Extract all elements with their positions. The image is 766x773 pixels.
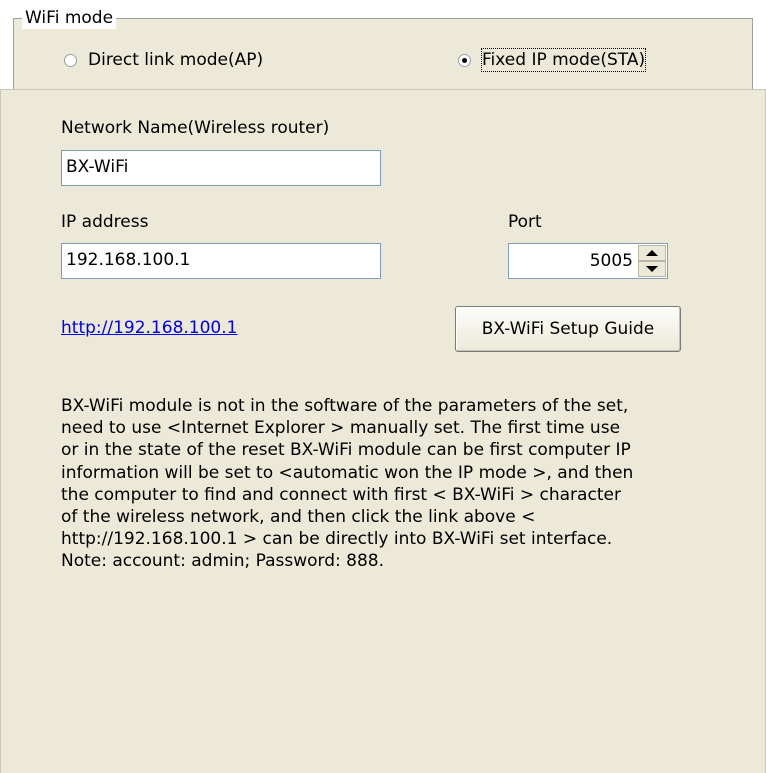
ip-address-label: IP address [61,212,149,232]
setup-guide-button[interactable]: BX-WiFi Setup Guide [455,306,681,352]
radio-fixed-ip-sta[interactable]: Fixed IP mode(STA) [458,48,647,72]
instructions-text: BX-WiFi module is not in the software of… [61,396,634,572]
arrow-down-icon [646,266,658,272]
radio-direct-link-ap[interactable]: Direct link mode(AP) [64,48,263,72]
port-decrement-button[interactable] [638,261,666,277]
port-spinner[interactable]: 5005 [508,243,668,279]
network-name-field[interactable]: BX-WiFi [61,150,381,186]
port-increment-button[interactable] [638,245,666,261]
setup-page-link[interactable]: http://192.168.100.1 [61,317,237,339]
radio-button-ap-icon[interactable] [64,53,77,67]
network-name-label: Network Name(Wireless router) [61,118,330,138]
wifi-mode-legend: WiFi mode [22,7,117,29]
radio-fixed-ip-sta-label: Fixed IP mode(STA) [480,48,647,72]
radio-direct-link-ap-label: Direct link mode(AP) [88,50,264,70]
radio-button-sta-icon[interactable] [458,53,471,67]
setup-guide-button-label: BX-WiFi Setup Guide [481,319,655,339]
port-label: Port [508,212,542,232]
port-spin-buttons [638,245,666,277]
port-value[interactable]: 5005 [590,244,633,278]
ip-address-field[interactable]: 192.168.100.1 [61,243,381,279]
arrow-up-icon [646,250,658,256]
